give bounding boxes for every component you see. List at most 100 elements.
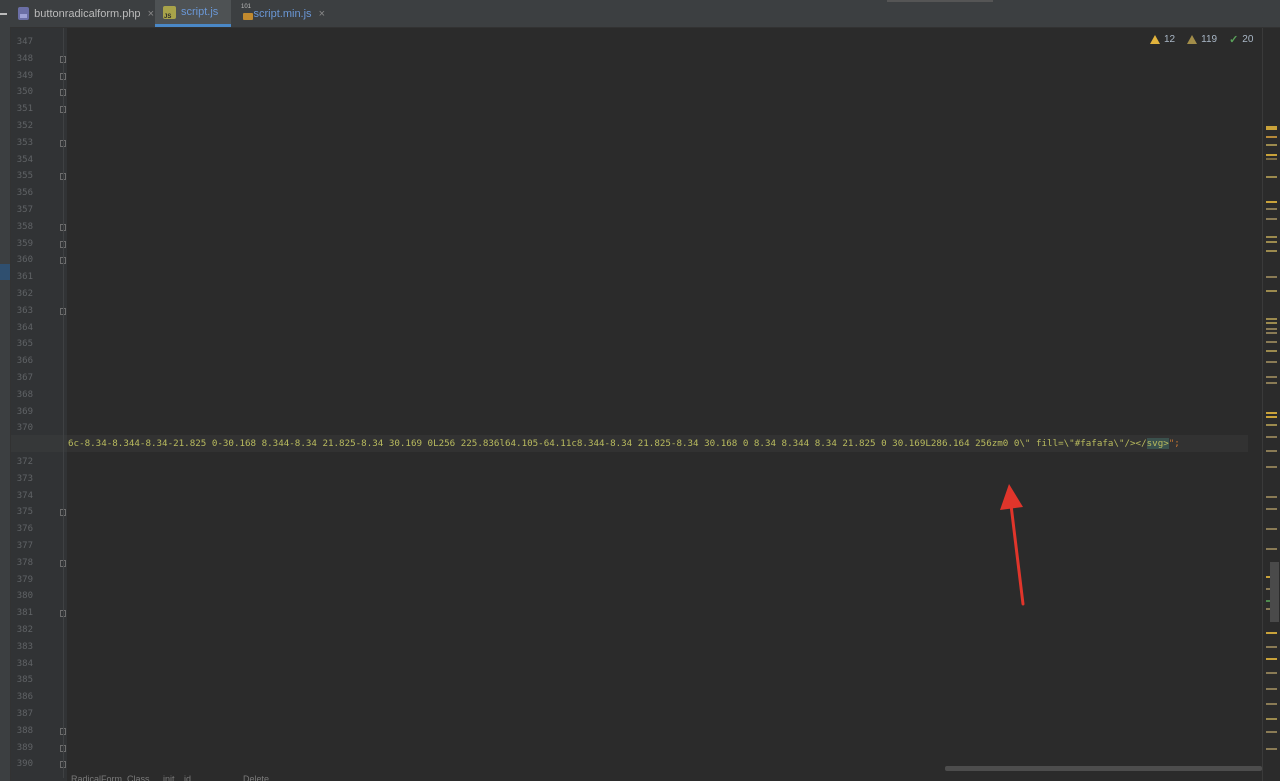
error-stripe-mark[interactable]	[1266, 350, 1277, 352]
error-stripe-mark[interactable]	[1266, 731, 1277, 733]
vertical-scrollbar-thumb[interactable]	[1270, 562, 1279, 622]
error-stripe-mark[interactable]	[1266, 328, 1277, 330]
error-stripe-mark[interactable]	[1266, 218, 1277, 220]
inspection-warnings-count: 119	[1201, 33, 1218, 45]
code-line-371[interactable]: 6c-8.34-8.344-8.34-21.825 0-30.168 8.344…	[68, 435, 1180, 452]
line-number: 390	[16, 759, 33, 770]
error-stripe-mark[interactable]	[1266, 748, 1277, 750]
php-file-icon	[18, 7, 30, 20]
line-number: 373	[16, 473, 33, 484]
line-number: 381	[16, 608, 33, 619]
error-stripe-mark[interactable]	[1266, 672, 1277, 674]
tab-label: buttonradicalform.php	[34, 7, 141, 20]
horizontal-scrollbar-thumb[interactable]	[945, 766, 1262, 771]
matched-tag-highlight: svg>	[1146, 438, 1169, 449]
line-number: 365	[16, 339, 33, 350]
error-stripe-mark[interactable]	[1266, 241, 1277, 243]
error-stripe-mark[interactable]	[1266, 208, 1277, 210]
tab-script-js[interactable]: script.js	[155, 0, 231, 27]
line-number: 368	[16, 389, 33, 400]
line-number: 369	[16, 406, 33, 417]
error-stripe-mark[interactable]	[1266, 144, 1277, 146]
window-control-edge	[887, 0, 993, 2]
line-number: 382	[16, 625, 33, 635]
error-stripe-mark[interactable]	[1266, 548, 1277, 550]
line-number: 384	[16, 658, 33, 669]
line-number: 376	[16, 524, 33, 535]
line-number: 388	[16, 725, 33, 736]
line-number: 362	[16, 289, 33, 299]
error-stripe-mark[interactable]	[1266, 703, 1277, 705]
error-stripe-mark[interactable]	[1266, 332, 1277, 334]
error-stripe-mark[interactable]	[1266, 128, 1277, 130]
line-number-gutter[interactable]: 347 348 349 350 351 352 353 354 355 356 357 358 359 3…	[11, 28, 67, 781]
error-stripe-mark[interactable]	[1266, 276, 1277, 278]
error-stripe-mark[interactable]	[1266, 136, 1277, 138]
code-terminator: ";	[1168, 438, 1180, 449]
line-number: 383	[16, 641, 33, 652]
close-icon[interactable]: ×	[319, 8, 325, 20]
js-file-icon	[163, 5, 176, 20]
line-number: 356	[16, 188, 33, 199]
breadcrumb-item[interactable]: init	[163, 774, 175, 781]
tab-script-min-js[interactable]: script.min.js ×	[233, 0, 325, 27]
tab-label: script.js	[181, 6, 219, 18]
line-number: 352	[16, 121, 33, 131]
error-stripe-mark[interactable]	[1266, 424, 1277, 426]
line-number: 372	[16, 457, 33, 467]
line-number: 364	[16, 322, 33, 333]
error-stripe-mark[interactable]	[1266, 450, 1277, 452]
breadcrumb-item[interactable]: Class	[127, 774, 150, 781]
current-line-gutter-highlight	[11, 435, 67, 452]
error-stripe-mark[interactable]	[1266, 632, 1277, 634]
error-stripe-mark[interactable]	[1266, 412, 1277, 414]
line-number: 357	[16, 205, 33, 215]
error-stripe-mark[interactable]	[1266, 436, 1277, 438]
line-number: 377	[16, 541, 33, 551]
line-number: 349	[16, 70, 33, 81]
error-stripe-mark[interactable]	[1266, 201, 1277, 203]
error-stripe-mark[interactable]	[1266, 154, 1277, 156]
error-stripe-mark[interactable]	[1266, 496, 1277, 498]
inspection-widget[interactable]: 12 119 ✓ 20 ︿ ﹀	[1150, 32, 1280, 46]
error-stripe-mark[interactable]	[1266, 236, 1277, 238]
error-stripe-mark[interactable]	[1266, 658, 1277, 660]
error-stripe-mark[interactable]	[1266, 646, 1277, 648]
error-stripe-mark[interactable]	[1266, 466, 1277, 468]
breadcrumb-bar: RadicalForm Class init _id Delete	[67, 772, 1262, 781]
min-js-file-icon	[241, 4, 253, 20]
error-stripe-mark[interactable]	[1266, 416, 1277, 418]
line-number: 347	[16, 37, 33, 47]
line-number: 359	[16, 238, 33, 249]
tab-buttonradicalform-php[interactable]: buttonradicalform.php ×	[10, 0, 154, 27]
error-stripe-mark[interactable]	[1266, 250, 1277, 252]
error-stripe-mark[interactable]	[1266, 382, 1277, 384]
line-number: 389	[16, 742, 33, 753]
line-number: 378	[16, 557, 33, 568]
error-stripe-mark[interactable]	[1266, 528, 1277, 530]
error-stripe-mark[interactable]	[1266, 322, 1277, 324]
error-stripe-mark[interactable]	[1266, 688, 1277, 690]
error-stripe-mark[interactable]	[1266, 361, 1277, 363]
error-stripe-mark[interactable]	[1266, 318, 1277, 320]
error-stripe-mark[interactable]	[1266, 158, 1277, 160]
error-stripe-mark[interactable]	[1266, 508, 1277, 510]
collapse-icon[interactable]	[0, 13, 7, 15]
error-stripe-mark[interactable]	[1266, 290, 1277, 292]
error-stripe-mark[interactable]	[1266, 176, 1277, 178]
error-stripe[interactable]	[1262, 28, 1280, 781]
error-stripe-mark[interactable]	[1266, 341, 1277, 343]
error-warning-icon	[1150, 34, 1160, 44]
line-number: 361	[16, 272, 33, 283]
line-number: 348	[16, 53, 33, 64]
line-number: 354	[16, 154, 33, 165]
close-icon[interactable]: ×	[148, 8, 154, 20]
code-string: 6c-8.34-8.344-8.34-21.825 0-30.168 8.344…	[68, 438, 1147, 449]
breadcrumb-item[interactable]: _id	[179, 774, 191, 781]
error-stripe-mark[interactable]	[1266, 718, 1277, 720]
error-stripe-mark[interactable]	[1266, 376, 1277, 378]
line-number: 367	[16, 373, 33, 383]
weak-warning-icon	[1187, 34, 1198, 44]
breadcrumb-item[interactable]: Delete	[243, 774, 269, 781]
breadcrumb-item[interactable]: RadicalForm	[71, 774, 122, 781]
